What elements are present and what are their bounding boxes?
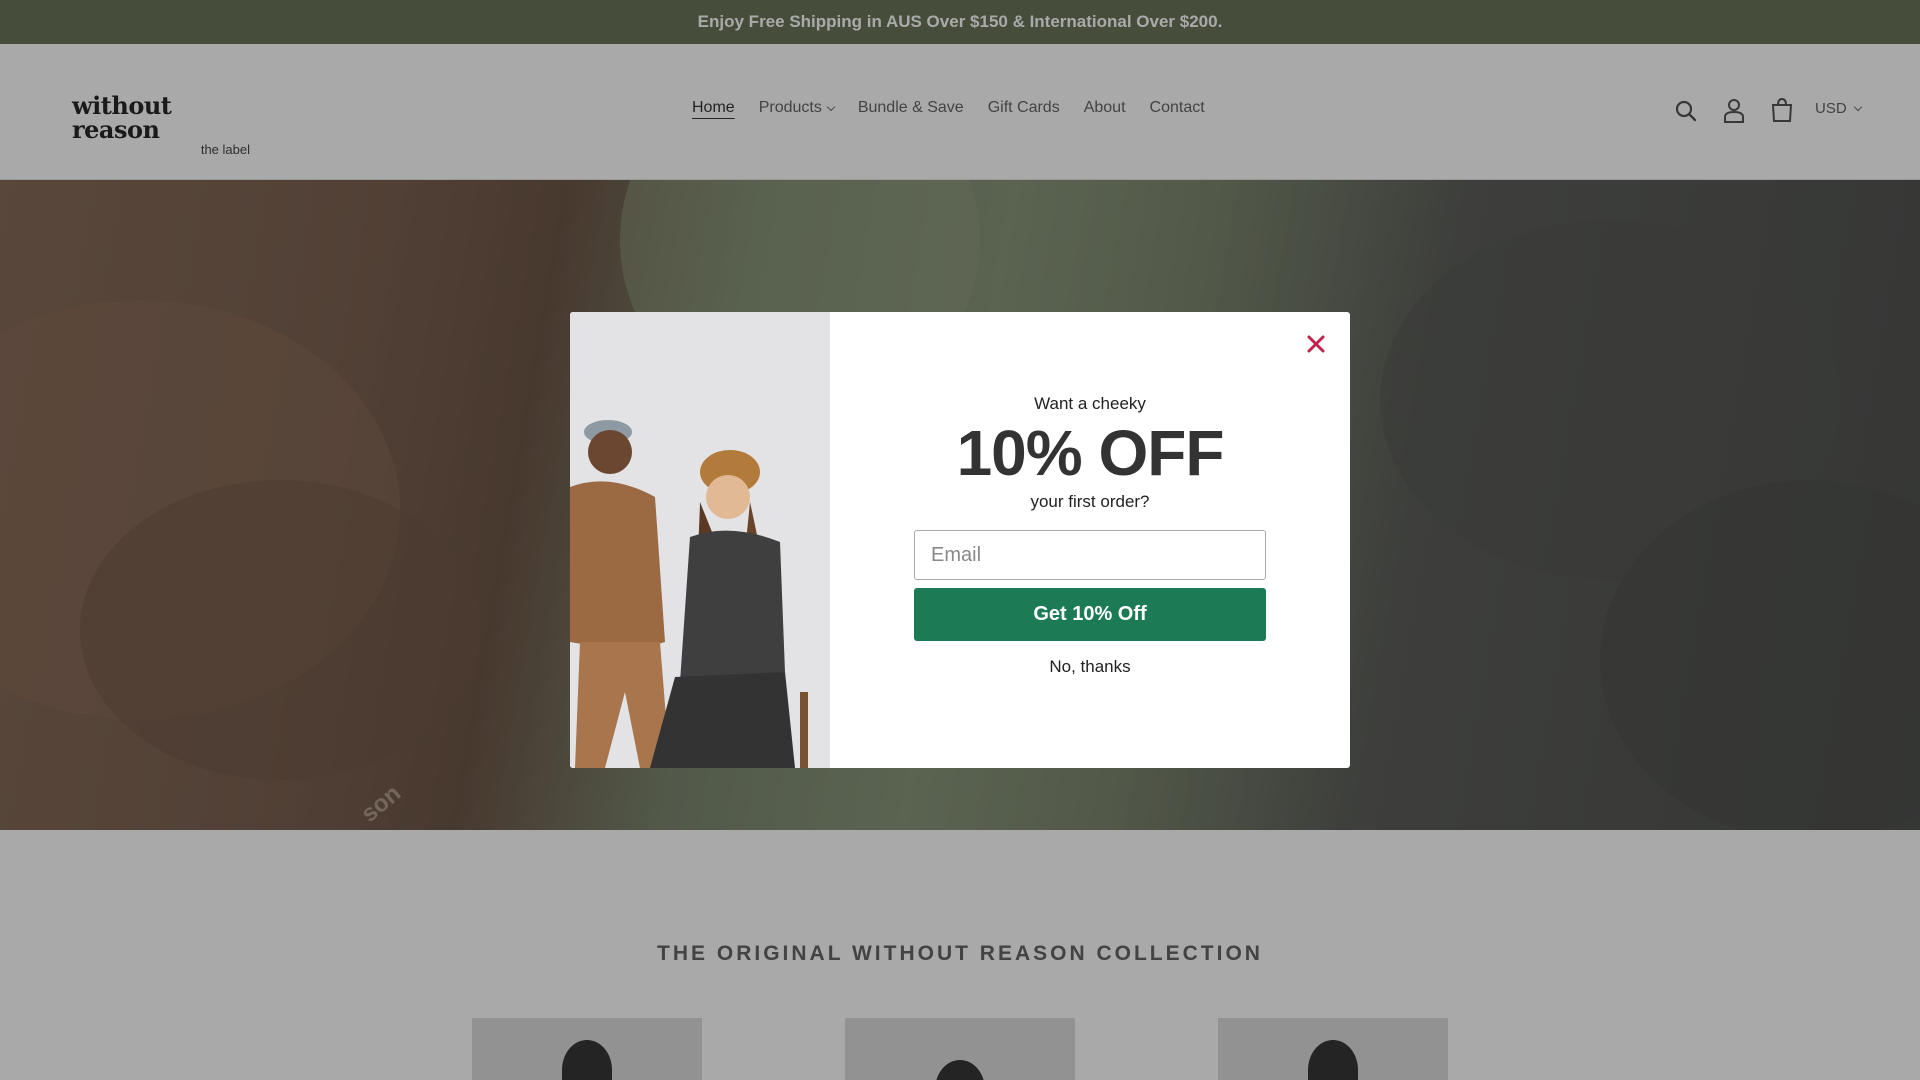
no-thanks-link[interactable]: No, thanks (830, 657, 1350, 677)
popup-headline: 10% OFF (956, 417, 1225, 489)
get-discount-button[interactable]: Get 10% Off (914, 588, 1266, 641)
popup-content: Want a cheeky 10% OFF your first order? … (830, 312, 1350, 768)
models-photo-illustration (570, 312, 830, 768)
popup-pre-text: Want a cheeky (1034, 394, 1146, 413)
popup-post-text: your first order? (1030, 492, 1150, 511)
popup-photo (570, 312, 830, 768)
discount-popup: Want a cheeky 10% OFF your first order? … (570, 312, 1350, 768)
email-field[interactable] (914, 530, 1266, 580)
